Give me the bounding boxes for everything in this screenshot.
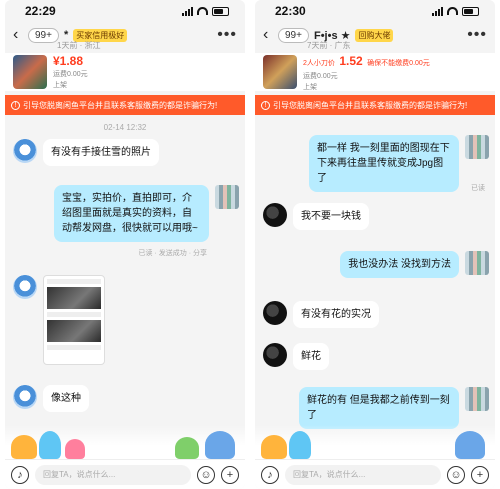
unread-badge[interactable]: 99+ xyxy=(278,27,309,43)
fraud-warning-text: 引导您脱离闲鱼平台并且联系客服缴费的都是诈骗行为! xyxy=(23,100,218,110)
message-row: 我也没办法 没找到方法 xyxy=(340,251,489,278)
product-price: 1.52 xyxy=(339,54,363,68)
chat-date: 02-14 12:32 xyxy=(103,123,147,132)
seller-tag: 回购大佬 xyxy=(355,28,394,42)
message-bubble[interactable]: 像这种 xyxy=(43,385,89,412)
message-row: 我不要一块钱 xyxy=(263,203,369,230)
wifi-icon xyxy=(447,7,458,15)
battery-icon xyxy=(212,6,229,16)
chat-area: 02-14 12:32 有没有手接住雪的照片 宝宝，实拍价，直拍即可，介绍图里面… xyxy=(5,115,245,437)
message-row: 像这种 xyxy=(13,385,89,412)
status-time: 22:30 xyxy=(275,4,306,18)
fraud-warning-banner: ! 引导您脱离闲鱼平台并且联系客服缴费的都是诈骗行为! xyxy=(255,95,495,115)
product-card[interactable]: ¥1.88 运费0.00元 上架 xyxy=(5,53,245,91)
avatar[interactable] xyxy=(215,185,239,209)
voice-icon[interactable]: ♪ xyxy=(261,465,279,484)
emoji-icon[interactable]: ☺ xyxy=(447,465,465,484)
fraud-warning-banner: ! 引导您脱离闲鱼平台并且联系客服缴费的都是诈骗行为! xyxy=(5,95,245,115)
status-time: 22:29 xyxy=(25,4,56,18)
input-bar: ♪ 回复TA，说点什么... ☺ + xyxy=(5,459,245,489)
message-row: 都一样 我一刻里面的图现在下下来再往盘里传就变成Jpg图了 xyxy=(309,135,489,192)
product-shipping: 运费0.00元 xyxy=(53,71,88,78)
product-status: 上架 xyxy=(53,82,67,89)
plus-icon[interactable]: + xyxy=(221,465,239,484)
product-thumbnail[interactable] xyxy=(263,55,297,89)
battery-icon xyxy=(462,6,479,16)
message-input[interactable]: 回复TA，说点什么... xyxy=(35,464,191,485)
chat-area: 都一样 我一刻里面的图现在下下来再往盘里传就变成Jpg图了 已读 我不要一块钱 … xyxy=(255,115,495,437)
unread-badge[interactable]: 99+ xyxy=(28,27,59,43)
plus-icon[interactable]: + xyxy=(471,465,489,484)
emoji-icon[interactable]: ☺ xyxy=(197,465,215,484)
avatar[interactable] xyxy=(263,203,287,227)
fraud-warning-text: 引导您脱离闲鱼平台并且联系客服缴费的都是诈骗行为! xyxy=(273,100,468,110)
image-message[interactable] xyxy=(43,275,105,365)
left-screen: 22:29 ‹ 99+ * 买家信用极好 ••• 1天前 · 浙江 ¥1.88 … xyxy=(5,0,245,489)
product-prefix: 2人小刀价 xyxy=(303,60,335,67)
avatar[interactable] xyxy=(465,251,489,275)
avatar[interactable] xyxy=(263,343,287,367)
back-icon[interactable]: ‹ xyxy=(13,26,23,44)
status-bar: 22:30 xyxy=(255,0,495,22)
more-icon[interactable]: ••• xyxy=(217,26,237,44)
wifi-icon xyxy=(197,7,208,15)
message-row: 鲜花的有 但是我都之前传到一刻了 xyxy=(299,387,489,429)
product-promo: 确保不能缴费0.00元 xyxy=(367,60,430,67)
message-row: 有没有花的实况 xyxy=(263,301,379,328)
message-row: 有没有手接住雪的照片 xyxy=(13,139,159,166)
product-thumbnail[interactable] xyxy=(13,55,47,89)
info-icon: ! xyxy=(261,100,270,110)
product-status: 上架 xyxy=(303,84,317,91)
sticker-decoration xyxy=(255,425,495,459)
message-input[interactable]: 回复TA，说点什么... xyxy=(285,464,441,485)
avatar[interactable] xyxy=(465,135,489,159)
signal-icon xyxy=(182,6,193,16)
message-row xyxy=(13,275,105,365)
status-bar: 22:29 xyxy=(5,0,245,22)
right-screen: 22:30 ‹ 99+ F•j•s ★ 回购大佬 ••• 7天前 · 广东 2人… xyxy=(255,0,495,489)
avatar[interactable] xyxy=(465,387,489,411)
avatar[interactable] xyxy=(263,301,287,325)
message-bubble[interactable]: 鲜花的有 但是我都之前传到一刻了 xyxy=(299,387,459,429)
info-icon: ! xyxy=(11,100,20,110)
avatar[interactable] xyxy=(13,275,37,299)
avatar[interactable] xyxy=(13,139,37,163)
voice-icon[interactable]: ♪ xyxy=(11,465,29,484)
avatar[interactable] xyxy=(13,385,37,409)
message-bubble[interactable]: 有没有花的实况 xyxy=(293,301,379,328)
read-status: 已读 xyxy=(471,185,485,192)
message-bubble[interactable]: 我不要一块钱 xyxy=(293,203,369,230)
message-bubble[interactable]: 我也没办法 没找到方法 xyxy=(340,251,459,278)
product-price: ¥1.88 xyxy=(53,54,84,68)
read-status: 已读 · 发送成功 · 分享 xyxy=(138,250,207,257)
message-bubble[interactable]: 鲜花 xyxy=(293,343,329,370)
more-icon[interactable]: ••• xyxy=(467,26,487,44)
message-row: 宝宝，实拍价，直拍即可，介绍图里面就是真实的资料，自动帮发网盘，很快就可以用哦~ xyxy=(54,185,239,242)
message-bubble[interactable]: 都一样 我一刻里面的图现在下下来再往盘里传就变成Jpg图了 xyxy=(309,135,459,192)
product-shipping: 运费0.00元 xyxy=(303,73,338,80)
message-bubble[interactable]: 有没有手接住雪的照片 xyxy=(43,139,159,166)
message-bubble[interactable]: 宝宝，实拍价，直拍即可，介绍图里面就是真实的资料，自动帮发网盘，很快就可以用哦~ xyxy=(54,185,209,242)
back-icon[interactable]: ‹ xyxy=(263,26,273,44)
sticker-decoration xyxy=(5,425,245,459)
signal-icon xyxy=(432,6,443,16)
message-row: 鲜花 xyxy=(263,343,329,370)
input-bar: ♪ 回复TA，说点什么... ☺ + xyxy=(255,459,495,489)
product-card[interactable]: 2人小刀价 1.52 确保不能缴费0.00元 运费0.00元 上架 xyxy=(255,53,495,91)
